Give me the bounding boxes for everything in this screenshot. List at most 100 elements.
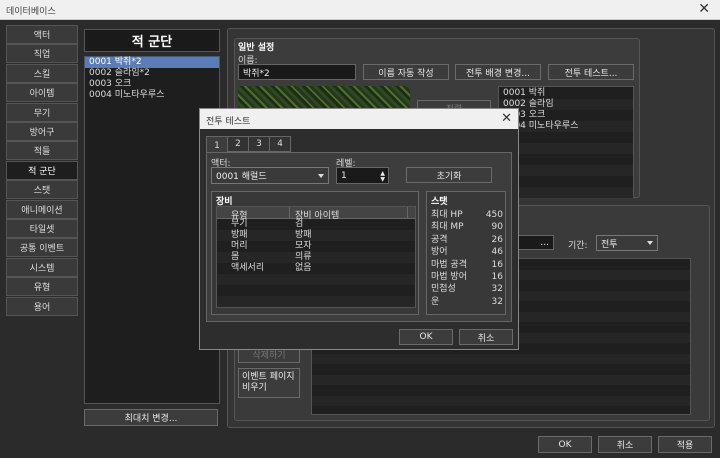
change-background-button[interactable]: 전투 배경 변경... (455, 64, 541, 80)
equip-type: 무기 (231, 219, 248, 229)
troop-list-item[interactable]: 0003 오크 (85, 79, 219, 90)
nav-item[interactable]: 용어 (6, 296, 78, 316)
window-titlebar: 데이터베이스 ✕ (0, 0, 720, 20)
tab-2[interactable]: 2 (227, 136, 249, 152)
enemy-list-item[interactable] (499, 132, 633, 143)
equip-type: 머리 (231, 241, 248, 251)
dialog-cancel-button[interactable]: 취소 (459, 329, 513, 345)
close-icon[interactable]: ✕ (698, 1, 710, 17)
actor-select[interactable]: 0001 해럴드 (211, 167, 329, 184)
stats-group: 스탯 최대 HP 450 최대 MP 90 공격 26 방어 46 마법 공격 16 마법 방어 16… (426, 191, 506, 315)
cancel-button[interactable]: 취소 (598, 436, 652, 453)
reset-button[interactable]: 초기화 (406, 167, 492, 183)
enemy-list-item[interactable] (499, 143, 633, 154)
tab-3[interactable]: 3 (248, 136, 270, 152)
equip-item: 없음 (295, 263, 312, 273)
equipment-group: 장비 유형 장비 아이템 무기 검 방패 방패 머리 모자 몸 의류 액세서리 없음 (211, 191, 419, 315)
nav-item[interactable]: 시스템 (6, 257, 78, 277)
stat-name: 마법 공격 (431, 259, 467, 270)
nav-item[interactable]: 방어구 (6, 122, 78, 141)
close-icon[interactable]: ✕ (501, 111, 512, 126)
column-divider (407, 207, 408, 219)
enemy-list-item[interactable] (499, 176, 633, 187)
event-list-row[interactable] (312, 406, 690, 414)
event-list-row[interactable] (312, 374, 690, 385)
span-select[interactable]: 전투 (596, 235, 658, 251)
chevron-down-icon (647, 241, 653, 245)
actor-value: 0001 해럴드 (216, 172, 267, 182)
ok-button[interactable]: OK (538, 436, 592, 453)
nav-item[interactable]: 스킬 (6, 63, 78, 83)
stat-row: 최대 MP 90 (431, 221, 503, 233)
enemy-list-item[interactable] (499, 154, 633, 165)
event-list-row[interactable] (312, 385, 690, 396)
table-row[interactable]: 액세서리 없음 (217, 263, 415, 274)
tab-content: 액터: 0001 해럴드 레벨: 1 ▲ ▼ 초기화 장비 유형 장비 아이템 … (206, 152, 512, 322)
nav-item[interactable]: 적들 (6, 141, 78, 161)
apply-button[interactable]: 적용 (658, 436, 712, 453)
stat-value: 450 (485, 210, 503, 220)
stat-row: 마법 공격 16 (431, 259, 503, 271)
clear-event-page-button[interactable]: 이벤트 페이지 비우기 (238, 368, 300, 398)
event-list-row[interactable] (312, 395, 690, 406)
table-row[interactable] (217, 285, 415, 296)
equip-type: 방패 (231, 230, 248, 240)
battle-test-button[interactable]: 전투 테스트... (548, 64, 634, 80)
equipment-table[interactable]: 유형 장비 아이템 무기 검 방패 방패 머리 모자 몸 의류 액세서리 없음 (216, 206, 416, 308)
table-row[interactable]: 머리 모자 (217, 241, 415, 252)
level-stepper[interactable]: 1 ▲ ▼ (336, 167, 389, 184)
table-row[interactable] (217, 274, 415, 285)
stepper-down-icon[interactable]: ▼ (380, 176, 385, 183)
stat-row: 민첩성 32 (431, 283, 503, 295)
stat-name: 방어 (431, 247, 448, 258)
level-value: 1 (341, 170, 347, 181)
dialog-ok-button[interactable]: OK (399, 329, 453, 345)
enemy-list-item[interactable]: 0004 미노타우루스 (499, 121, 633, 132)
dialog-titlebar: 전투 테스트 ✕ (200, 109, 518, 129)
dialog-title: 전투 테스트 (206, 117, 251, 127)
nav-item[interactable]: 스탯 (6, 180, 78, 200)
enemy-list-item[interactable]: 0001 박쥐 (499, 88, 633, 99)
table-row[interactable] (217, 296, 415, 307)
stat-value: 16 (491, 271, 503, 282)
nav-item[interactable]: 유형 (6, 277, 78, 297)
stat-name: 최대 HP (431, 210, 463, 220)
battle-test-dialog: 전투 테스트 ✕ 1 234 액터: 0001 해럴드 레벨: 1 ▲ ▼ 초기화… (199, 108, 519, 350)
enemy-list-item[interactable] (499, 165, 633, 176)
nav-item[interactable]: 직업 (6, 44, 78, 64)
equip-item: 모자 (295, 241, 312, 251)
nav-item[interactable]: 무기 (6, 102, 78, 122)
window-title: 데이터베이스 (6, 7, 56, 17)
stat-row: 방어 46 (431, 246, 503, 258)
table-row[interactable]: 방패 방패 (217, 230, 415, 241)
nav-item[interactable]: 타일셋 (6, 219, 78, 238)
event-list-row[interactable] (312, 353, 690, 364)
troop-list-item[interactable]: 0004 미노타우루스 (85, 90, 219, 101)
enemy-list-item[interactable]: 0002 슬라임 (499, 99, 633, 110)
stats-title: 스탯 (431, 197, 448, 207)
stat-value: 26 (491, 234, 503, 245)
change-max-button[interactable]: 최대치 변경... (84, 409, 218, 426)
troop-name-field[interactable]: 박쥐*2 (238, 64, 356, 80)
nav-item[interactable]: 공통 이벤트 (6, 238, 78, 258)
equip-type: 몸 (231, 252, 240, 262)
troop-list-item[interactable]: 0002 슬라임*2 (85, 68, 219, 79)
troop-list-item[interactable]: 0001 박쥐*2 (85, 57, 219, 68)
stat-row: 마법 방어 16 (431, 271, 503, 283)
nav-item[interactable]: 액터 (6, 25, 78, 44)
nav-item[interactable]: 애니메이션 (6, 199, 78, 219)
auto-name-button[interactable]: 이름 자동 작성 (363, 64, 449, 80)
table-row[interactable]: 무기 검 (217, 219, 415, 230)
equip-type: 액세서리 (231, 263, 265, 273)
tab-4[interactable]: 4 (269, 136, 291, 152)
enemy-list-item[interactable] (499, 187, 633, 198)
stat-row: 최대 HP 450 (431, 209, 503, 221)
stat-value: 90 (491, 222, 503, 233)
event-list-row[interactable] (312, 364, 690, 375)
nav-item[interactable]: 적 군단 (6, 160, 78, 180)
table-row[interactable]: 몸 의류 (217, 252, 415, 263)
stat-name: 최대 MP (431, 222, 464, 233)
stat-name: 운 (431, 296, 440, 307)
nav-item[interactable]: 아이템 (6, 83, 78, 103)
enemy-list-item[interactable]: 0003 오크 (499, 110, 633, 121)
